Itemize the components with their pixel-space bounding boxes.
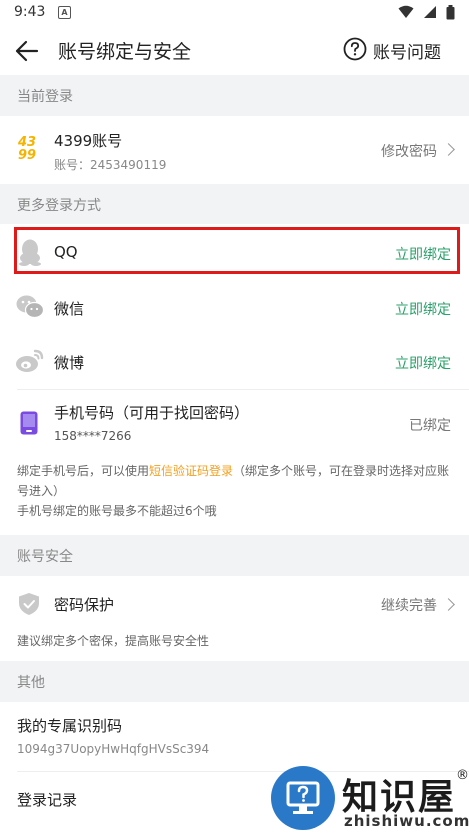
phone-title: 手机号码（可用于找回密码） [54, 404, 250, 422]
phone-status: 已绑定 [409, 418, 451, 434]
phone-binding-row[interactable]: 手机号码（可用于找回密码） 158****7266 已绑定 [0, 390, 469, 454]
chevron-right-icon [442, 598, 455, 611]
bind-wechat-button[interactable]: 立即绑定 [395, 299, 451, 319]
security-note: 建议绑定多个密保，提高账号安全性 [17, 634, 210, 648]
section-title: 当前登录 [17, 89, 73, 105]
chevron-right-icon [442, 143, 455, 156]
continue-improve-button[interactable]: 继续完善 [381, 595, 437, 615]
status-bar: 9:43 A [0, 0, 469, 26]
signal-icon [423, 6, 436, 18]
section-current-login: 当前登录 [0, 75, 469, 116]
id-code-row[interactable]: 我的专属识别码 1094g37UopyHwHqfgHVsSc394 [0, 702, 469, 770]
sms-login-link[interactable]: 短信验证码登录 [149, 464, 233, 478]
back-arrow-icon [15, 40, 39, 62]
bind-label-wechat: 微信 [54, 300, 85, 318]
current-account-row[interactable]: 43 99 4399账号 账号：2453490119 修改密码 [0, 116, 469, 184]
bind-row-wechat[interactable]: 微信 立即绑定 [0, 280, 469, 334]
weibo-icon [16, 349, 44, 372]
phone-icon [20, 411, 38, 435]
section-account-security: 账号安全 [0, 535, 469, 576]
password-protection-title: 密码保护 [54, 596, 115, 614]
section-title: 更多登录方式 [17, 198, 101, 214]
phone-limit-note: 手机号绑定的账号最多不能超过6个哦 [17, 504, 217, 518]
4399-logo-icon: 43 99 [18, 135, 37, 163]
account-title: 4399账号 [54, 132, 123, 150]
password-protection-row[interactable]: 密码保护 继续完善 [0, 576, 469, 630]
phone-binding-note: 绑定手机号后，可以使用短信验证码登录（绑定多个账号，可在登录时选择对应账号进入）… [17, 464, 450, 518]
site-watermark: 知识屋 ® zhishiwu.com [268, 764, 469, 833]
watermark-domain: zhishiwu.com [344, 812, 469, 830]
bind-label-weibo: 微博 [54, 354, 85, 372]
help-icon [343, 37, 367, 61]
login-record-title: 登录记录 [17, 791, 78, 809]
id-code-value: 1094g37UopyHwHqfgHVsSc394 [17, 742, 210, 756]
id-code-title: 我的专属识别码 [17, 717, 123, 735]
status-time: 9:43 [14, 4, 46, 20]
bind-row-weibo[interactable]: 微博 立即绑定 [0, 334, 469, 389]
section-other: 其他 [0, 661, 469, 702]
help-label: 账号问题 [373, 43, 441, 63]
app-header: 账号绑定与安全 账号问题 [0, 26, 469, 74]
bind-weibo-button[interactable]: 立即绑定 [395, 353, 451, 373]
wifi-icon [398, 5, 414, 18]
annotation-highlight-box [14, 227, 460, 274]
account-help-button[interactable]: 账号问题 [343, 37, 455, 63]
monitor-question-icon [286, 781, 320, 814]
page-title: 账号绑定与安全 [58, 41, 192, 63]
account-number: 账号：2453490119 [54, 158, 167, 172]
shield-icon [19, 593, 39, 615]
phone-number: 158****7266 [54, 429, 132, 443]
wechat-icon [16, 295, 44, 319]
status-indicators [394, 5, 455, 21]
battery-icon [446, 5, 455, 20]
section-more-login: 更多登录方式 [0, 184, 469, 224]
app-notification-icon: A [58, 6, 71, 19]
change-password-button[interactable]: 修改密码 [381, 141, 437, 161]
section-title: 账号安全 [17, 549, 73, 565]
watermark-registered-mark: ® [456, 768, 469, 783]
section-title: 其他 [17, 675, 45, 691]
watermark-logo-icon [271, 766, 335, 830]
back-button[interactable] [14, 38, 40, 64]
